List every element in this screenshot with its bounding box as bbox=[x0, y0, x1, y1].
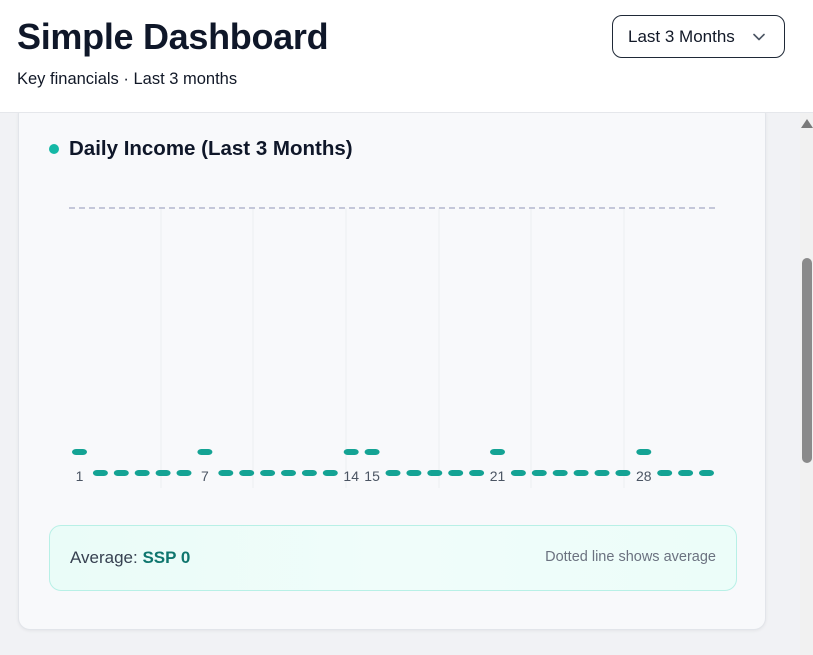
bar-day-4[interactable] bbox=[134, 470, 150, 476]
x-tick-label: 21 bbox=[490, 468, 506, 484]
x-tick-label: 28 bbox=[636, 468, 652, 484]
chevron-down-icon bbox=[753, 33, 765, 41]
bar-day-10[interactable] bbox=[260, 470, 276, 476]
bar-day-30[interactable] bbox=[678, 470, 694, 476]
bar-day-3[interactable] bbox=[113, 470, 129, 476]
bar-day-21[interactable] bbox=[490, 449, 505, 455]
x-tick-label: 14 bbox=[343, 468, 359, 484]
average-summary: Average: SSP 0 Dotted line shows average bbox=[49, 525, 737, 591]
scroll-up-arrow-icon[interactable] bbox=[801, 119, 813, 128]
bar-day-1[interactable] bbox=[72, 449, 87, 455]
daily-income-chart: 1 7 14 15 21 28 bbox=[69, 207, 717, 488]
bar-day-28[interactable] bbox=[636, 449, 652, 455]
range-select[interactable]: Last 3 Months bbox=[612, 15, 785, 58]
bar-day-9[interactable] bbox=[239, 470, 255, 476]
bar-day-6[interactable] bbox=[176, 470, 192, 476]
main-content: Daily Income (Last 3 Months) 1 7 14 15 21 28 … bbox=[0, 113, 800, 655]
bar-day-12[interactable] bbox=[301, 470, 317, 476]
bar-day-27[interactable] bbox=[615, 470, 631, 476]
bar-day-20[interactable] bbox=[469, 470, 485, 476]
bar-day-11[interactable] bbox=[281, 470, 296, 476]
bar-day-7[interactable] bbox=[197, 449, 213, 455]
daily-income-card: Daily Income (Last 3 Months) 1 7 14 15 21 28 … bbox=[18, 113, 766, 630]
bar-day-31[interactable] bbox=[699, 470, 714, 476]
average-note: Dotted line shows average bbox=[545, 549, 716, 565]
page-title: Simple Dashboard bbox=[17, 16, 329, 57]
bar-day-8[interactable] bbox=[218, 470, 234, 476]
range-select-value: Last 3 Months bbox=[628, 26, 735, 46]
bar-day-23[interactable] bbox=[531, 470, 547, 476]
bar-day-24[interactable] bbox=[552, 470, 568, 476]
bar-day-13[interactable] bbox=[322, 470, 338, 476]
bar-day-25[interactable] bbox=[573, 470, 589, 476]
bar-day-5[interactable] bbox=[155, 470, 171, 476]
x-tick-label: 1 bbox=[76, 468, 84, 484]
bar-day-26[interactable] bbox=[594, 470, 610, 476]
average-value: SSP 0 bbox=[142, 548, 191, 567]
bar-day-14[interactable] bbox=[343, 449, 359, 455]
scroll-thumb[interactable] bbox=[802, 258, 812, 463]
bar-day-19[interactable] bbox=[448, 470, 464, 476]
vertical-scrollbar[interactable] bbox=[800, 113, 813, 655]
bar-day-2[interactable] bbox=[92, 470, 108, 476]
average-label: Average: bbox=[70, 548, 138, 567]
bar-day-16[interactable] bbox=[385, 470, 401, 476]
average-label-row: Average: SSP 0 bbox=[70, 548, 190, 568]
bar-day-17[interactable] bbox=[406, 470, 422, 476]
bar-day-15[interactable] bbox=[364, 449, 380, 455]
page-subtitle: Key financials · Last 3 months bbox=[17, 70, 238, 88]
x-tick-label: 7 bbox=[201, 468, 209, 484]
x-tick-label: 15 bbox=[364, 468, 380, 484]
bar-day-29[interactable] bbox=[657, 470, 673, 476]
header: Simple Dashboard Key financials · Last 3… bbox=[0, 0, 813, 113]
bar-day-18[interactable] bbox=[427, 470, 443, 476]
bar-day-22[interactable] bbox=[510, 470, 526, 476]
